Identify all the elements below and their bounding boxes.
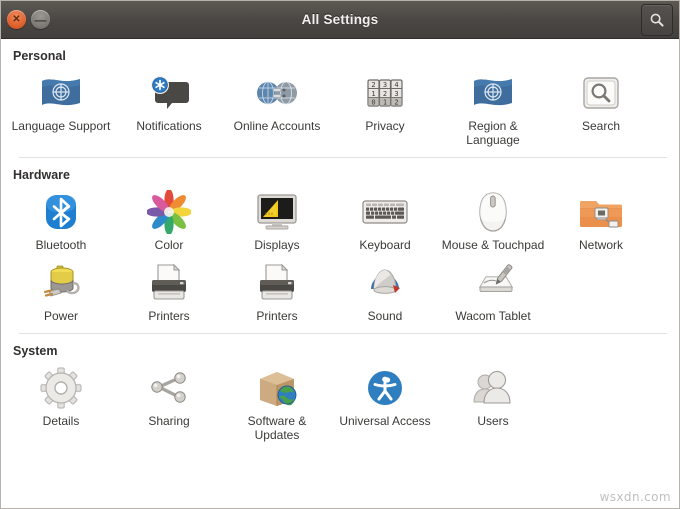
settings-tile-displays[interactable]: Displays (223, 184, 331, 255)
speaker-icon (361, 259, 409, 307)
gear-icon (37, 364, 85, 412)
svg-text:1: 1 (383, 99, 387, 107)
settings-tile-color[interactable]: Color (115, 184, 223, 255)
network-folder-icon (577, 188, 625, 236)
box-globe-icon (253, 364, 301, 412)
settings-tile-label: Users (477, 414, 509, 428)
settings-tile-privacy[interactable]: 234 123 012 Privacy (331, 65, 439, 149)
speech-bubble-icon (145, 69, 193, 117)
section-hardware: Hardware Bluetooth Color Displays Keyboa… (1, 157, 679, 327)
settings-tile-label: Language Support (11, 119, 111, 133)
settings-tile-online-accounts[interactable]: Online Accounts (223, 65, 331, 149)
close-button[interactable]: ✕ (7, 10, 26, 29)
settings-tile-power[interactable]: Power (7, 255, 115, 326)
settings-tile-notifications[interactable]: Notifications (115, 65, 223, 149)
section-personal: Personal Language Support Notifications … (1, 39, 679, 151)
grid-hardware: Bluetooth Color Displays Keyboard Mouse … (1, 184, 679, 325)
settings-tile-label: Color (154, 238, 184, 252)
settings-tile-search[interactable]: Search (547, 65, 655, 149)
settings-tile-label: Sharing (148, 414, 190, 428)
settings-tile-universal-access[interactable]: Universal Access (331, 360, 439, 444)
settings-tile-sound[interactable]: Sound (331, 255, 439, 326)
combination-lock-icon: 234 123 012 (361, 69, 409, 117)
monitor-icon (253, 188, 301, 236)
settings-tile-mouse-touchpad[interactable]: Mouse & Touchpad (439, 184, 547, 255)
settings-tile-software-updates[interactable]: Software & Updates (223, 360, 331, 444)
search-icon (650, 13, 664, 27)
all-settings-window: ✕ — All Settings Personal Language Suppo… (0, 0, 680, 509)
settings-tile-users[interactable]: Users (439, 360, 547, 444)
flag-icon (469, 69, 517, 117)
settings-tile-network[interactable]: Network (547, 184, 655, 255)
section-title-hardware: Hardware (13, 168, 70, 182)
bluetooth-icon (37, 188, 85, 236)
svg-text:0: 0 (371, 99, 375, 107)
printer-icon (253, 259, 301, 307)
flag-icon (37, 69, 85, 117)
window-controls: ✕ — (7, 10, 50, 29)
search-button[interactable] (641, 3, 673, 36)
settings-tile-label: Sound (367, 308, 403, 323)
settings-tile-label: Network (578, 238, 623, 252)
svg-text:3: 3 (383, 81, 387, 89)
settings-tile-sharing[interactable]: Sharing (115, 360, 223, 444)
grid-personal: Language Support Notifications Online Ac… (1, 65, 679, 149)
settings-tile-printers-1[interactable]: Printers (115, 255, 223, 326)
settings-tile-label: Displays (254, 238, 300, 252)
settings-tile-label: Universal Access (339, 414, 431, 428)
settings-tile-region-language[interactable]: Region & Language (439, 65, 547, 149)
settings-tile-wacom-tablet[interactable]: Wacom Tablet (439, 255, 547, 326)
grid-system: Details Sharing Software & Updates Unive… (1, 360, 679, 444)
color-flower-icon (145, 188, 193, 236)
settings-tile-label: Notifications (136, 119, 202, 133)
settings-tile-label: Privacy (365, 119, 405, 133)
settings-tile-bluetooth[interactable]: Bluetooth (7, 184, 115, 255)
settings-tile-label: Online Accounts (233, 119, 321, 133)
keyboard-icon (361, 188, 409, 236)
printer-icon (145, 259, 193, 307)
section-system: System Details Sharing Software & Update… (1, 333, 679, 446)
svg-text:2: 2 (371, 81, 375, 89)
close-icon: ✕ (12, 13, 21, 25)
settings-tile-label: Printers (256, 308, 298, 323)
settings-tile-keyboard[interactable]: Keyboard (331, 184, 439, 255)
window-title: All Settings (301, 12, 379, 27)
settings-tile-details[interactable]: Details (7, 360, 115, 444)
settings-tile-label: Software & Updates (247, 414, 307, 442)
settings-tile-label: Printers (148, 308, 190, 323)
section-title-system: System (13, 344, 58, 358)
svg-text:2: 2 (383, 90, 387, 98)
magnifier-box-icon (577, 69, 625, 117)
settings-tile-language-support[interactable]: Language Support (7, 65, 115, 149)
watermark: wsxdn.com (599, 490, 671, 504)
settings-tile-label: Mouse & Touchpad (441, 238, 545, 252)
svg-text:4: 4 (394, 81, 398, 89)
settings-tile-label: Keyboard (359, 238, 411, 252)
settings-tile-printers-2[interactable]: Printers (223, 255, 331, 326)
share-nodes-icon (145, 364, 193, 412)
settings-tile-label: Details (42, 414, 80, 428)
svg-text:2: 2 (394, 99, 398, 107)
mouse-icon (469, 188, 517, 236)
battery-plug-icon (37, 259, 85, 307)
users-icon (469, 364, 517, 412)
settings-tile-label: Bluetooth (35, 238, 87, 252)
minimize-button[interactable]: — (31, 10, 50, 29)
settings-content: Personal Language Support Notifications … (1, 39, 679, 508)
settings-tile-label: Power (43, 308, 78, 323)
svg-text:1: 1 (371, 90, 375, 98)
settings-tile-label: Search (581, 119, 621, 133)
accessibility-icon (361, 364, 409, 412)
section-title-personal: Personal (13, 49, 66, 63)
titlebar: ✕ — All Settings (1, 1, 679, 39)
settings-tile-label: Region & Language (466, 119, 520, 147)
tablet-stylus-icon (469, 259, 517, 307)
settings-tile-label: Wacom Tablet (455, 308, 531, 323)
minimize-icon: — (34, 12, 47, 27)
globe-connect-icon (253, 69, 301, 117)
svg-text:3: 3 (394, 90, 398, 98)
